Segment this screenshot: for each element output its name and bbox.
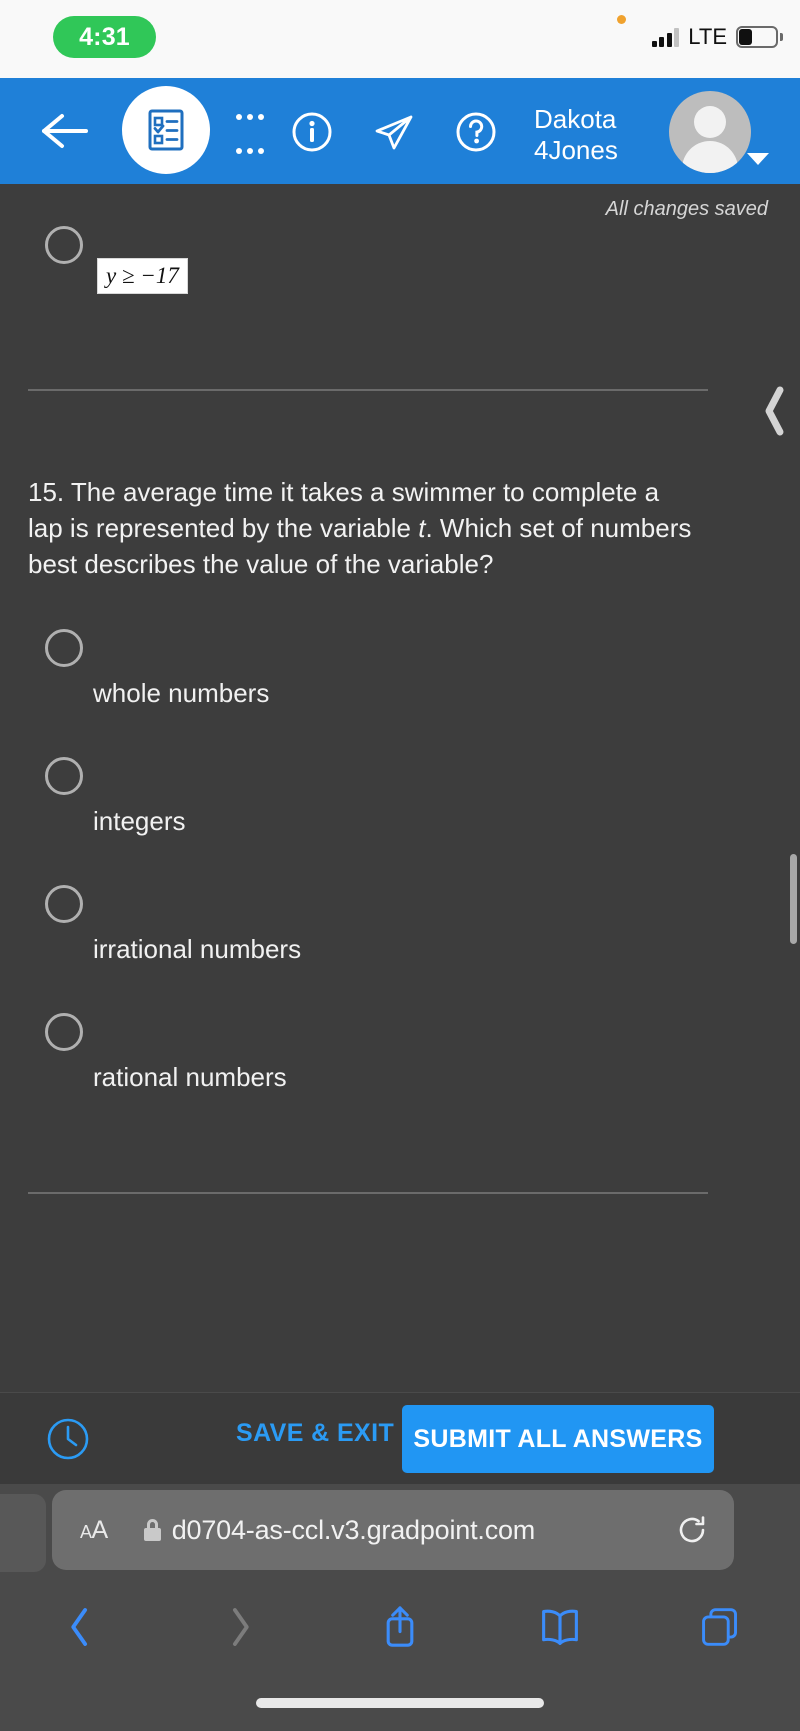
reload-button[interactable]	[676, 1514, 708, 1546]
user-name[interactable]: Dakota 4Jones	[534, 104, 644, 166]
time-pill-recording-indicator[interactable]: 4:31	[53, 16, 156, 58]
vertical-scrollbar[interactable]	[790, 854, 797, 944]
radio-circle-icon[interactable]	[45, 757, 83, 795]
quiz-content-area: All changes saved y ≥ −17 15. The averag…	[0, 184, 800, 1392]
answer-option[interactable]: irrational numbers	[0, 885, 800, 1013]
lock-icon	[143, 1519, 161, 1541]
safari-browser-chrome: AA d0704-as-ccl.v3.gradpoint.com	[0, 1484, 800, 1731]
account-menu-button[interactable]	[669, 91, 769, 177]
checklist-clipboard-icon	[148, 109, 184, 151]
app-header: Dakota 4Jones	[0, 78, 800, 184]
answer-option-label: irrational numbers	[93, 934, 302, 964]
equation-text: y ≥ −17	[106, 263, 179, 288]
book-icon	[542, 1609, 578, 1645]
share-button[interactable]	[320, 1597, 480, 1657]
radio-circle-icon[interactable]	[45, 885, 83, 923]
info-button[interactable]	[288, 108, 336, 156]
network-type-label: LTE	[688, 24, 727, 49]
share-icon	[386, 1606, 414, 1647]
answer-option-label: whole numbers	[93, 678, 270, 708]
cellular-signal-icon	[651, 27, 680, 47]
ellipsis-icon	[236, 114, 272, 120]
back-button[interactable]	[38, 110, 90, 152]
radio-circle-icon	[45, 226, 83, 264]
tabs-icon	[702, 1608, 737, 1646]
save-status-text: All changes saved	[605, 198, 768, 220]
previous-question-option-radio[interactable]	[45, 226, 83, 264]
back-arrow-icon	[42, 114, 88, 148]
ios-status-bar: 4:31 LTE	[0, 0, 800, 78]
clock-icon	[47, 1418, 89, 1460]
answer-options-list: whole numbers integers irrational number…	[0, 629, 800, 1141]
timer-button[interactable]	[44, 1415, 92, 1463]
paper-plane-icon	[375, 115, 413, 150]
question-number: 15.	[28, 477, 65, 507]
overflow-menu-button[interactable]	[236, 108, 272, 168]
answer-option[interactable]: rational numbers	[0, 1013, 800, 1141]
tabs-button[interactable]	[640, 1597, 800, 1657]
adjacent-tab-peek[interactable]	[0, 1494, 46, 1572]
chevron-right-icon	[232, 1608, 249, 1646]
privacy-indicator-dot	[617, 15, 626, 24]
address-bar[interactable]: AA d0704-as-ccl.v3.gradpoint.com	[52, 1490, 734, 1570]
ellipsis-icon-secondary	[236, 148, 272, 154]
safari-toolbar	[0, 1584, 800, 1670]
collapse-panel-handle[interactable]	[760, 384, 790, 438]
user-first-name: Dakota	[534, 104, 617, 134]
bookmarks-button[interactable]	[480, 1597, 640, 1657]
save-and-exit-button[interactable]: SAVE & EXIT	[236, 1419, 394, 1448]
browser-back-button[interactable]	[0, 1597, 160, 1657]
url-text: d0704-as-ccl.v3.gradpoint.com	[171, 1514, 536, 1545]
text-size-button[interactable]: AA	[80, 1516, 108, 1545]
question-text: 15. The average time it takes a swimmer …	[28, 474, 700, 582]
answer-option-label: rational numbers	[93, 1062, 287, 1092]
submit-all-answers-button[interactable]: SUBMIT ALL ANSWERS	[402, 1405, 714, 1473]
chevron-left-icon	[71, 1608, 88, 1646]
help-button[interactable]	[452, 108, 500, 156]
battery-icon	[736, 26, 783, 48]
phone-screen: 4:31 LTE Dakota 4Jones All changes saved…	[0, 0, 800, 1731]
radio-circle-icon[interactable]	[45, 1013, 83, 1051]
home-indicator	[256, 1698, 544, 1708]
answer-option[interactable]: whole numbers	[0, 629, 800, 757]
info-circle-icon	[292, 112, 332, 152]
answer-option-label: integers	[93, 806, 186, 836]
chevron-left-icon	[765, 386, 784, 436]
browser-forward-button[interactable]	[160, 1597, 320, 1657]
question-divider-bottom	[28, 1192, 708, 1194]
question-divider-top	[28, 389, 708, 391]
quiz-action-bar: SAVE & EXIT SUBMIT ALL ANSWERS	[0, 1392, 800, 1484]
course-logo-button[interactable]	[122, 86, 210, 174]
status-time: 4:31	[79, 22, 130, 51]
avatar	[669, 91, 751, 173]
radio-circle-icon[interactable]	[45, 629, 83, 667]
question-circle-icon	[456, 112, 496, 152]
caret-down-icon	[747, 153, 769, 165]
user-last-name: 4Jones	[534, 135, 618, 165]
status-right-cluster: LTE	[651, 24, 783, 49]
answer-option[interactable]: integers	[0, 757, 800, 885]
reload-icon	[679, 1516, 705, 1543]
send-message-button[interactable]	[370, 108, 418, 156]
previous-question-option-equation: y ≥ −17	[97, 258, 188, 294]
